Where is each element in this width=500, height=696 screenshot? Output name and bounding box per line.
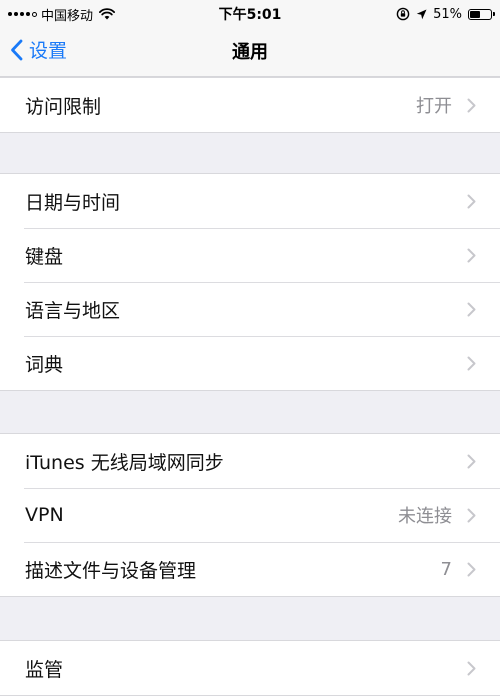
battery-percent: 51% bbox=[433, 6, 462, 22]
cell-keyboard[interactable]: 键盘 bbox=[0, 228, 500, 282]
cell-language-region[interactable]: 语言与地区 bbox=[0, 282, 500, 336]
settings-group-network: iTunes 无线局域网同步 VPN 未连接描述文件与设备管理 7 bbox=[0, 433, 500, 597]
settings-group-supervision: 监管 bbox=[0, 640, 500, 696]
chevron-right-icon bbox=[467, 248, 476, 263]
cell-dictionary[interactable]: 词典 bbox=[0, 336, 500, 390]
cell-label: VPN bbox=[25, 504, 64, 526]
battery-icon bbox=[468, 8, 495, 20]
settings-group-language: 日期与时间键盘语言与地区词典 bbox=[0, 173, 500, 391]
page-title: 通用 bbox=[232, 42, 268, 63]
cell-label: 日期与时间 bbox=[25, 191, 121, 214]
status-right: 51% bbox=[396, 4, 495, 24]
cell-value: 7 bbox=[440, 558, 452, 580]
chevron-right-icon bbox=[467, 454, 476, 469]
cell-label: 访问限制 bbox=[25, 95, 102, 118]
cell-label: 描述文件与设备管理 bbox=[25, 559, 197, 582]
chevron-right-icon bbox=[467, 302, 476, 317]
chevron-right-icon bbox=[467, 356, 476, 371]
cell-label: 键盘 bbox=[25, 245, 64, 268]
cell-value: 打开 bbox=[416, 96, 452, 117]
chevron-right-icon bbox=[467, 98, 476, 113]
cell-label: 语言与地区 bbox=[25, 299, 121, 322]
cell-date-time[interactable]: 日期与时间 bbox=[0, 174, 500, 228]
cell-value: 未连接 bbox=[398, 506, 452, 527]
cell-restrictions[interactable]: 访问限制 打开 bbox=[0, 78, 500, 132]
cell-label: 词典 bbox=[25, 353, 64, 376]
cell-profiles-device-management[interactable]: 描述文件与设备管理 7 bbox=[0, 542, 500, 596]
chevron-right-icon bbox=[467, 562, 476, 577]
location-icon bbox=[416, 9, 427, 20]
battery-fill bbox=[470, 10, 480, 18]
cell-itunes-wifi-sync[interactable]: iTunes 无线局域网同步 bbox=[0, 434, 500, 488]
settings-group-restrictions: 访问限制 打开 bbox=[0, 77, 500, 133]
status-bar: 中国移动 下午5:01 51% bbox=[0, 0, 500, 28]
navigation-bar: 设置 通用 bbox=[0, 28, 500, 77]
cell-supervision[interactable]: 监管 bbox=[0, 641, 500, 695]
chevron-right-icon bbox=[467, 661, 476, 676]
rotation-lock-icon bbox=[396, 7, 410, 21]
chevron-right-icon bbox=[467, 194, 476, 209]
chevron-right-icon bbox=[467, 508, 476, 523]
cell-vpn[interactable]: VPN 未连接 bbox=[0, 488, 500, 542]
cell-label: iTunes 无线局域网同步 bbox=[25, 451, 224, 474]
